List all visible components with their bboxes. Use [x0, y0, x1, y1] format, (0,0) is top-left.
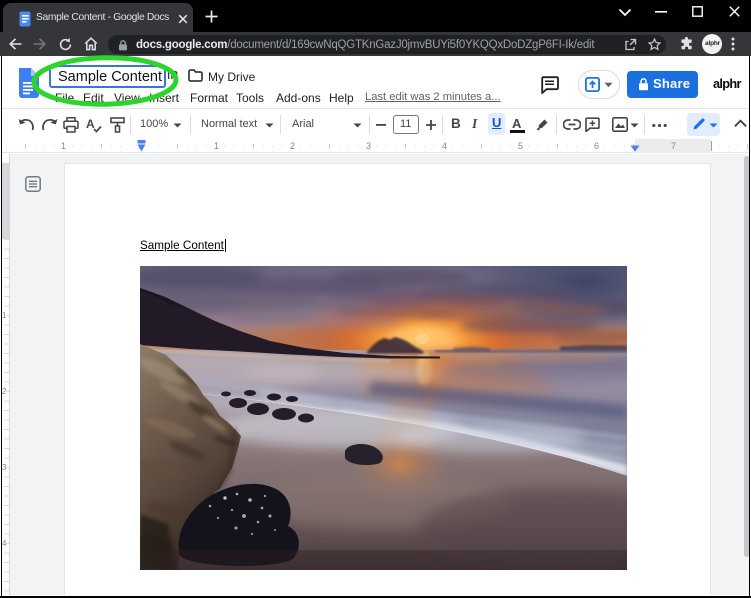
svg-text:A: A: [86, 117, 95, 131]
